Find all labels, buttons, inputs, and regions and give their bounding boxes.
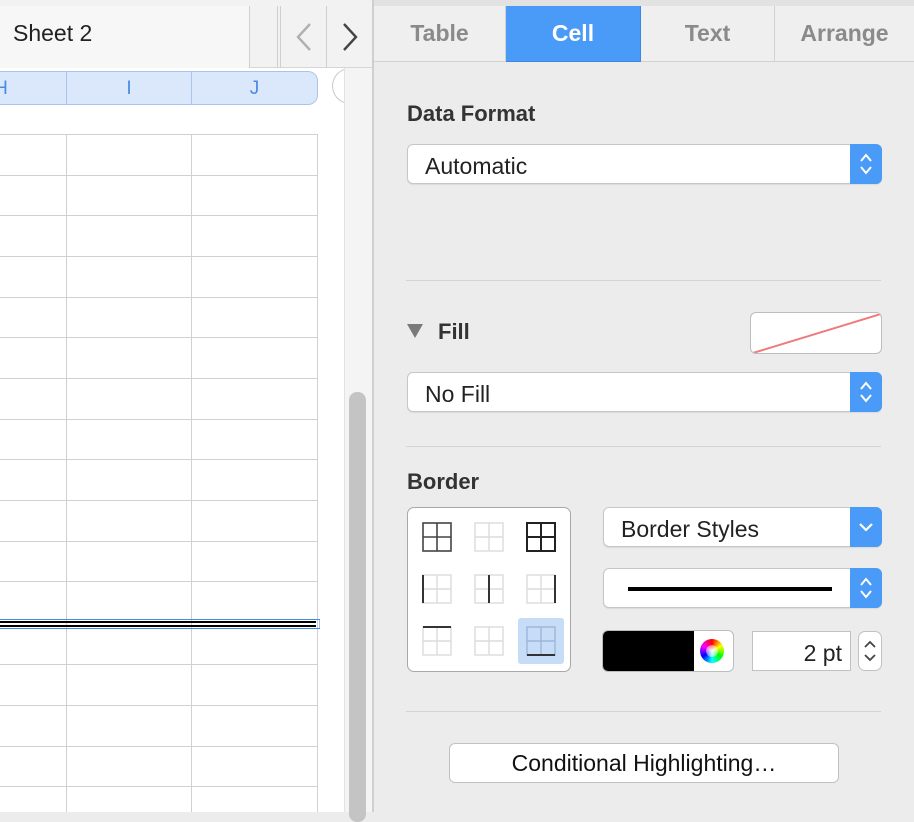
column-header-h[interactable]: H — [0, 78, 16, 100]
inside-borders-button[interactable] — [466, 514, 512, 560]
no-fill-slash-icon — [752, 313, 881, 353]
fill-color-swatch[interactable] — [750, 312, 882, 354]
column-header-j[interactable]: J — [192, 78, 317, 100]
data-format-popup[interactable]: Automatic — [407, 144, 882, 184]
up-down-arrows-icon — [850, 372, 882, 412]
cell-grid[interactable] — [0, 134, 320, 812]
scrollbar-thumb[interactable] — [349, 392, 366, 822]
up-down-arrows-icon — [850, 144, 882, 184]
horizontal-center-border-icon — [474, 626, 504, 656]
up-down-arrows-icon — [850, 568, 882, 608]
border-width-value: 2 pt — [803, 640, 842, 666]
top-border-icon — [422, 626, 452, 656]
border-selector — [407, 507, 571, 672]
vertical-center-border-icon — [474, 574, 504, 604]
all-borders-button[interactable] — [414, 514, 460, 560]
border-width-stepper[interactable] — [858, 631, 882, 671]
border-styles-label: Border Styles — [621, 516, 760, 542]
vertical-center-border-button[interactable] — [466, 566, 512, 612]
data-format-value: Automatic — [425, 153, 528, 179]
grid-borders-icon — [526, 522, 556, 552]
border-color-well[interactable] — [602, 630, 734, 672]
chevron-right-icon — [342, 23, 358, 51]
right-border-button[interactable] — [518, 566, 564, 612]
inside-borders-icon — [474, 522, 504, 552]
chevron-down-icon — [850, 507, 882, 547]
data-format-title: Data Format — [407, 101, 536, 126]
previous-sheet-button[interactable] — [280, 6, 326, 68]
stepper-arrows-icon — [864, 640, 876, 662]
top-border-button[interactable] — [414, 618, 460, 664]
all-borders-icon — [422, 522, 452, 552]
fill-type-value: No Fill — [425, 381, 491, 407]
chevron-left-icon — [295, 23, 311, 51]
sheet-tab-label: Sheet 2 — [13, 20, 93, 46]
tab-text[interactable]: Text — [641, 6, 775, 62]
border-styles-popup[interactable]: Border Styles — [603, 507, 882, 547]
tab-cell[interactable]: Cell — [506, 6, 641, 62]
tab-table[interactable]: Table — [374, 6, 506, 62]
color-wheel-icon[interactable] — [700, 639, 724, 663]
left-border-button[interactable] — [414, 566, 460, 612]
border-width-field[interactable]: 2 pt — [752, 631, 851, 671]
border-color-swatch[interactable] — [603, 631, 694, 671]
bottom-border-icon — [526, 626, 556, 656]
outside-inside-borders-button[interactable] — [518, 514, 564, 560]
section-divider — [406, 711, 881, 712]
next-sheet-button[interactable] — [326, 6, 372, 68]
solid-line-preview — [628, 587, 832, 591]
disclosure-triangle-icon[interactable] — [406, 323, 424, 339]
fill-title: Fill — [438, 319, 470, 344]
horizontal-center-border-button[interactable] — [466, 618, 512, 664]
tab-arrange[interactable]: Arrange — [775, 6, 914, 62]
column-header-i[interactable]: I — [67, 78, 191, 100]
line-style-popup[interactable] — [603, 568, 882, 608]
conditional-highlighting-button[interactable]: Conditional Highlighting… — [449, 743, 839, 783]
section-divider — [406, 446, 881, 447]
border-title: Border — [407, 469, 480, 494]
fill-type-popup[interactable]: No Fill — [407, 372, 882, 412]
left-border-icon — [422, 574, 452, 604]
right-border-icon — [526, 574, 556, 604]
section-divider — [406, 280, 881, 281]
tab-spacer — [250, 6, 278, 68]
inspector-tab-bar: Table Cell Text Arrange — [374, 6, 914, 62]
bottom-border-button[interactable] — [518, 618, 564, 664]
